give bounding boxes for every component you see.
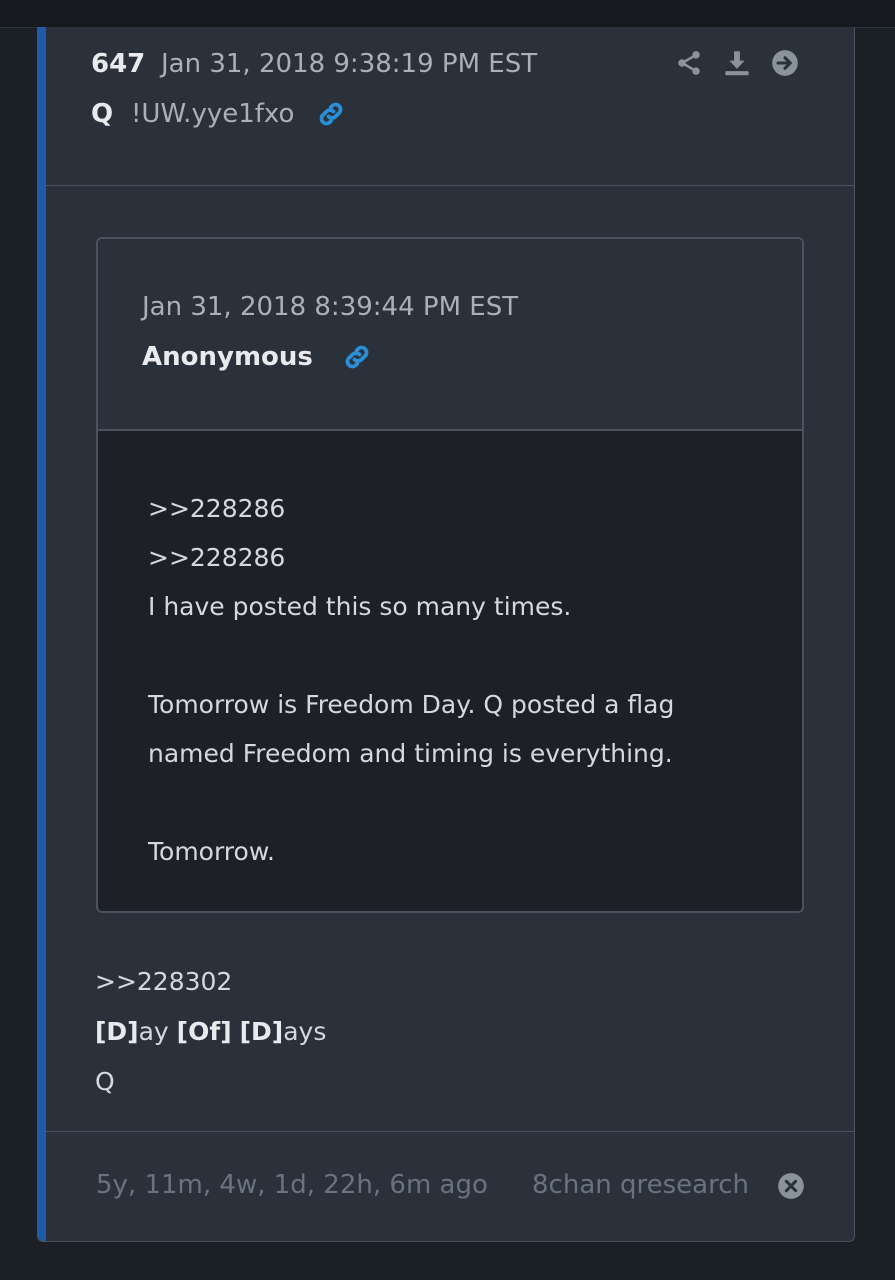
quote-text-line: Tomorrow is Freedom Day. Q posted a flag bbox=[148, 690, 675, 719]
post-number: 647 bbox=[91, 49, 146, 79]
share-icon[interactable] bbox=[675, 49, 703, 77]
post-source: 8chan qresearch bbox=[532, 1170, 749, 1200]
quote-text-line: Tomorrow. bbox=[148, 837, 275, 866]
text-segment bbox=[232, 1017, 240, 1046]
elapsed-time: 5y, 11m, 4w, 1d, 22h, 6m ago bbox=[96, 1170, 488, 1200]
top-bar bbox=[0, 0, 895, 28]
quoted-post-body: >>228286 >>228286 I have posted this so … bbox=[148, 484, 768, 876]
quoted-post: Jan 31, 2018 8:39:44 PM EST Anonymous >>… bbox=[96, 237, 804, 913]
post-author: Q bbox=[91, 99, 114, 129]
close-icon[interactable] bbox=[777, 1172, 805, 1200]
text-segment: ays bbox=[283, 1017, 327, 1046]
quoted-post-header: Jan 31, 2018 8:39:44 PM EST Anonymous bbox=[98, 239, 802, 431]
post-body: >>228302 [D]ay [Of] [D]ays Q bbox=[95, 957, 326, 1107]
bold-segment: [D] bbox=[239, 1017, 284, 1046]
reply-link[interactable]: >>228302 bbox=[95, 957, 326, 1007]
bold-segment: [Of] bbox=[176, 1017, 232, 1046]
link-icon[interactable] bbox=[342, 342, 372, 372]
link-icon[interactable] bbox=[316, 99, 346, 129]
quote-reply-link[interactable]: >>228286 bbox=[148, 484, 768, 533]
bold-segment: [D] bbox=[95, 1017, 139, 1046]
post-text-line: [D]ay [Of] [D]ays bbox=[95, 1007, 326, 1057]
post-date: Jan 31, 2018 9:38:19 PM EST bbox=[161, 49, 538, 79]
download-icon[interactable] bbox=[723, 49, 751, 77]
post-header: 647 Jan 31, 2018 9:38:19 PM EST Q !UW.yy… bbox=[46, 27, 854, 186]
post-card: 647 Jan 31, 2018 9:38:19 PM EST Q !UW.yy… bbox=[37, 27, 855, 1242]
quoted-post-author: Anonymous bbox=[142, 342, 313, 372]
post-accent-bar bbox=[38, 27, 46, 1241]
post-signature: Q bbox=[95, 1067, 115, 1096]
post-tripcode: !UW.yye1fxo bbox=[131, 99, 295, 129]
post-footer: 5y, 11m, 4w, 1d, 22h, 6m ago 8chan qrese… bbox=[46, 1131, 854, 1241]
quote-text-line: I have posted this so many times. bbox=[148, 592, 572, 621]
quote-reply-link[interactable]: >>228286 bbox=[148, 533, 768, 582]
quote-text-line: named Freedom and timing is everything. bbox=[148, 739, 673, 768]
arrow-right-circle-icon[interactable] bbox=[771, 49, 799, 77]
text-segment: ay bbox=[138, 1017, 177, 1046]
post-actions bbox=[675, 49, 799, 77]
quoted-post-date: Jan 31, 2018 8:39:44 PM EST bbox=[142, 292, 519, 322]
